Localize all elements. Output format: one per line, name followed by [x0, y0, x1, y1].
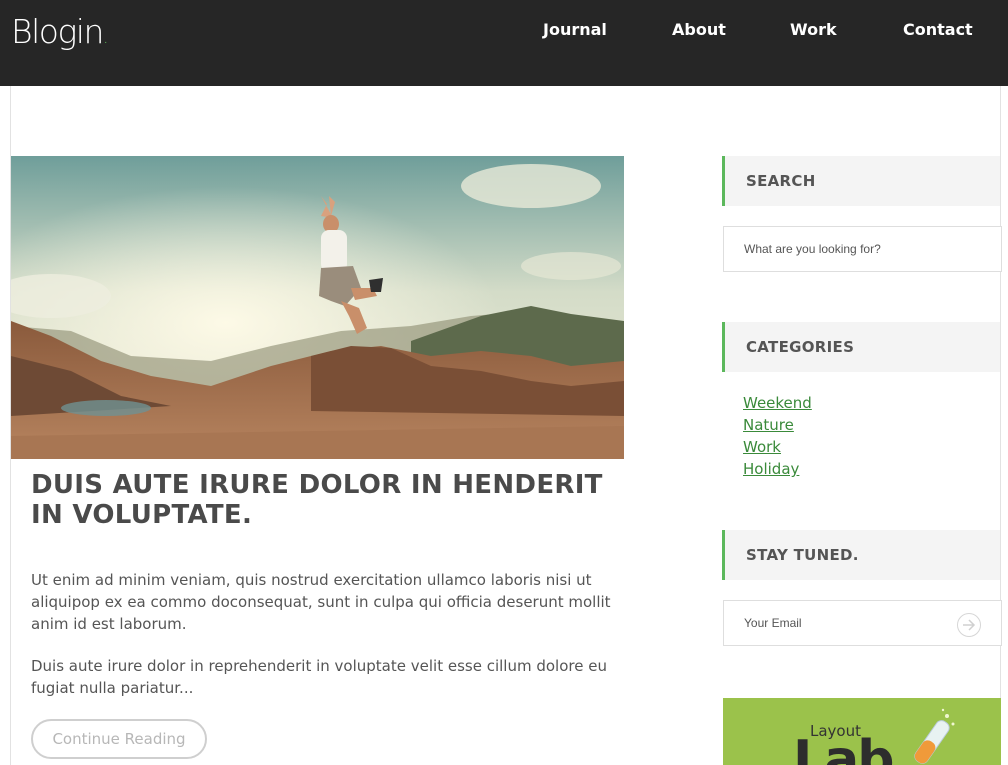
- logo-text: Blogin: [11, 12, 104, 51]
- category-link-work[interactable]: Work: [743, 436, 812, 458]
- ad-text-large: Lab: [793, 730, 894, 765]
- category-link-nature[interactable]: Nature: [743, 414, 812, 436]
- categories-list: Weekend Nature Work Holiday: [743, 392, 812, 480]
- nav-journal[interactable]: Journal: [543, 20, 607, 39]
- newsletter-heading-text: STAY TUNED.: [746, 546, 859, 564]
- post-title[interactable]: DUIS AUTE IRURE DOLOR IN HENDERIT IN VOL…: [31, 470, 621, 530]
- categories-heading-text: CATEGORIES: [746, 338, 855, 356]
- search-input[interactable]: [744, 227, 964, 271]
- categories-widget-heading: CATEGORIES: [722, 322, 1000, 372]
- site-header: Blogin. Journal About Work Contact: [0, 0, 1008, 86]
- arrow-right-icon: [963, 619, 976, 631]
- newsletter-field: [723, 600, 1002, 646]
- post-featured-image[interactable]: [11, 156, 624, 459]
- continue-reading-button[interactable]: Continue Reading: [31, 719, 207, 759]
- nav-contact[interactable]: Contact: [903, 20, 973, 39]
- search-field: [723, 226, 1002, 272]
- test-tube-icon: [914, 708, 955, 764]
- post-excerpt-paragraph-1: Ut enim ad minim veniam, quis nostrud ex…: [31, 571, 611, 633]
- email-input[interactable]: [744, 601, 964, 645]
- search-widget-heading: SEARCH: [722, 156, 1000, 206]
- search-heading-text: SEARCH: [746, 172, 816, 190]
- post-excerpt-paragraph-2: Duis aute irure dolor in reprehenderit i…: [31, 657, 607, 697]
- category-link-weekend[interactable]: Weekend: [743, 392, 812, 414]
- frame-border-right: [1000, 86, 1001, 765]
- newsletter-widget-heading: STAY TUNED.: [722, 530, 1000, 580]
- category-link-holiday[interactable]: Holiday: [743, 458, 812, 480]
- nav-work[interactable]: Work: [790, 20, 837, 39]
- logo-dot: .: [102, 27, 109, 48]
- newsletter-submit-button[interactable]: [957, 613, 981, 637]
- layout-lab-ad-banner[interactable]: Layout Lab: [723, 698, 1001, 765]
- nav-about[interactable]: About: [672, 20, 726, 39]
- site-logo[interactable]: Blogin.: [11, 12, 109, 51]
